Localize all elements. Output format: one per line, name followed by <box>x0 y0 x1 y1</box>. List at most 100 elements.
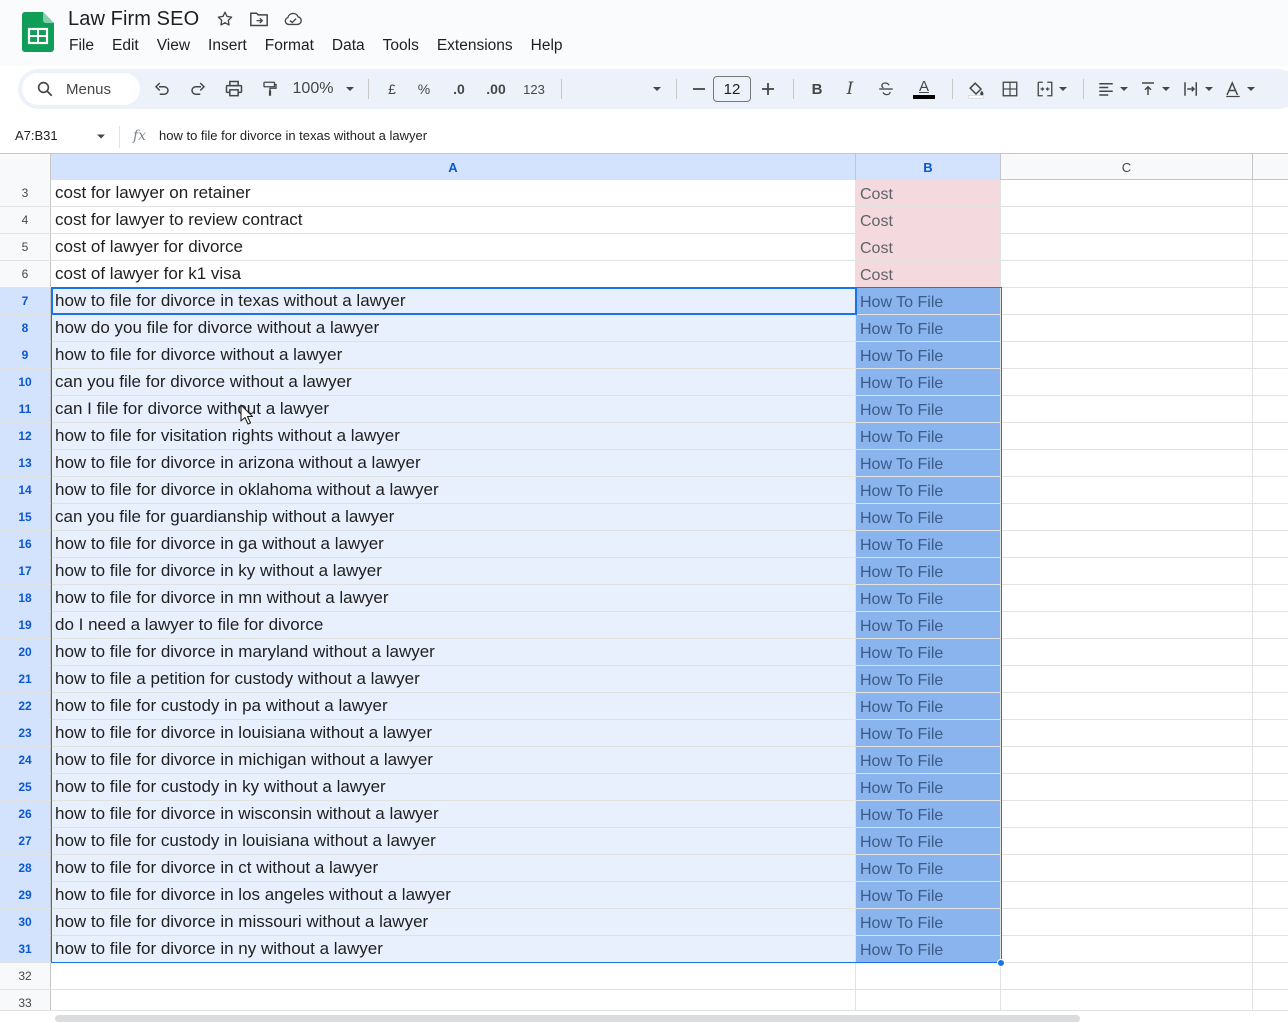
cell-c[interactable] <box>1001 585 1253 611</box>
column-header-a[interactable]: A <box>51 154 856 180</box>
cell-b[interactable]: How To File <box>856 423 1001 449</box>
cell-d[interactable] <box>1253 963 1288 989</box>
cell-c[interactable] <box>1001 828 1253 854</box>
cell-a[interactable]: cost for lawyer to review contract <box>51 207 856 233</box>
cell-c[interactable] <box>1001 477 1253 503</box>
percent-format-button[interactable]: % <box>407 75 441 103</box>
cell-b[interactable]: How To File <box>856 477 1001 503</box>
cell-b[interactable]: How To File <box>856 396 1001 422</box>
cell-b[interactable]: How To File <box>856 666 1001 692</box>
menu-extensions[interactable]: Extensions <box>437 36 513 56</box>
cell-b[interactable]: How To File <box>856 504 1001 530</box>
cell-c[interactable] <box>1001 450 1253 476</box>
cell-a[interactable]: how to file for divorce in louisiana wit… <box>51 720 856 746</box>
cell-c[interactable] <box>1001 396 1253 422</box>
cell-d[interactable] <box>1253 234 1288 260</box>
sheets-logo-icon[interactable] <box>22 12 54 52</box>
cell-a[interactable]: can you file for guardianship without a … <box>51 504 856 530</box>
menu-format[interactable]: Format <box>265 36 314 56</box>
cell-b[interactable]: How To File <box>856 612 1001 638</box>
cell-c[interactable] <box>1001 909 1253 935</box>
cell-c[interactable] <box>1001 936 1253 962</box>
row-header[interactable]: 8 <box>0 315 51 341</box>
menu-edit[interactable]: Edit <box>112 36 139 56</box>
cell-a[interactable]: how to file for divorce in ga without a … <box>51 531 856 557</box>
row-header[interactable]: 10 <box>0 369 51 395</box>
cell-d[interactable] <box>1253 639 1288 665</box>
cell-c[interactable] <box>1001 693 1253 719</box>
row-header[interactable]: 17 <box>0 558 51 584</box>
strikethrough-button[interactable] <box>868 75 904 103</box>
cell-d[interactable] <box>1253 396 1288 422</box>
chevron-down-icon[interactable] <box>96 133 106 141</box>
column-header-d[interactable] <box>1253 154 1288 180</box>
row-header[interactable]: 14 <box>0 477 51 503</box>
cell-d[interactable] <box>1253 855 1288 881</box>
row-header[interactable]: 31 <box>0 936 51 962</box>
cell-d[interactable] <box>1253 504 1288 530</box>
borders-button[interactable] <box>991 75 1029 103</box>
row-header[interactable]: 21 <box>0 666 51 692</box>
row-header[interactable]: 28 <box>0 855 51 881</box>
cell-a[interactable]: how to file for divorce in mn without a … <box>51 585 856 611</box>
row-header[interactable]: 4 <box>0 207 51 233</box>
cell-c[interactable] <box>1001 423 1253 449</box>
cell-c[interactable] <box>1001 666 1253 692</box>
cell-a[interactable]: cost of lawyer for k1 visa <box>51 261 856 287</box>
menu-data[interactable]: Data <box>332 36 365 56</box>
cell-b[interactable]: How To File <box>856 774 1001 800</box>
cloud-status-icon[interactable] <box>283 9 303 29</box>
cell-d[interactable] <box>1253 558 1288 584</box>
cell-c[interactable] <box>1001 882 1253 908</box>
document-title[interactable]: Law Firm SEO <box>68 8 199 31</box>
formula-input[interactable]: how to file for divorce in texas without… <box>159 128 427 143</box>
row-header[interactable]: 5 <box>0 234 51 260</box>
cell-b[interactable]: How To File <box>856 450 1001 476</box>
cell-d[interactable] <box>1253 774 1288 800</box>
select-all-corner[interactable] <box>0 154 51 180</box>
cell-a[interactable]: how to file for divorce in missouri with… <box>51 909 856 935</box>
cell-c[interactable] <box>1001 369 1253 395</box>
row-header[interactable]: 7 <box>0 288 51 314</box>
cell-d[interactable] <box>1253 909 1288 935</box>
increase-font-size-button[interactable] <box>751 75 785 103</box>
cell-c[interactable] <box>1001 963 1253 989</box>
cell-c[interactable] <box>1001 261 1253 287</box>
cell-d[interactable] <box>1253 342 1288 368</box>
vertical-align-button[interactable] <box>1134 75 1176 103</box>
row-header[interactable]: 3 <box>0 180 51 206</box>
menu-view[interactable]: View <box>157 36 190 56</box>
row-header[interactable]: 11 <box>0 396 51 422</box>
cell-c[interactable] <box>1001 234 1253 260</box>
cell-b[interactable]: How To File <box>856 855 1001 881</box>
cell-b[interactable]: How To File <box>856 369 1001 395</box>
font-family-select[interactable] <box>570 75 662 103</box>
star-icon[interactable] <box>215 9 235 29</box>
undo-button[interactable] <box>144 75 180 103</box>
cell-a[interactable]: how to file for divorce without a lawyer <box>51 342 856 368</box>
decrease-decimal-button[interactable]: .0 <box>441 75 477 103</box>
cell-b[interactable]: How To File <box>856 639 1001 665</box>
column-header-c[interactable]: C <box>1001 154 1253 180</box>
cell-a[interactable]: can I file for divorce without a lawyer <box>51 396 856 422</box>
cell-b[interactable]: How To File <box>856 558 1001 584</box>
cell-d[interactable] <box>1253 531 1288 557</box>
cell-d[interactable] <box>1253 207 1288 233</box>
row-header[interactable]: 9 <box>0 342 51 368</box>
move-folder-icon[interactable] <box>249 9 269 29</box>
cell-d[interactable] <box>1253 666 1288 692</box>
print-button[interactable] <box>216 75 252 103</box>
font-size-input[interactable]: 12 <box>713 76 751 102</box>
cell-d[interactable] <box>1253 369 1288 395</box>
cell-a[interactable]: how to file for custody in ky without a … <box>51 774 856 800</box>
italic-button[interactable]: I <box>832 75 868 103</box>
cell-a[interactable]: cost for lawyer on retainer <box>51 180 856 206</box>
merge-cells-button[interactable] <box>1029 75 1075 103</box>
row-header[interactable]: 20 <box>0 639 51 665</box>
text-color-button[interactable]: A <box>904 75 944 103</box>
cell-c[interactable] <box>1001 342 1253 368</box>
cell-d[interactable] <box>1253 936 1288 962</box>
cell-c[interactable] <box>1001 288 1253 314</box>
cell-b[interactable]: How To File <box>856 801 1001 827</box>
cell-b[interactable]: How To File <box>856 315 1001 341</box>
